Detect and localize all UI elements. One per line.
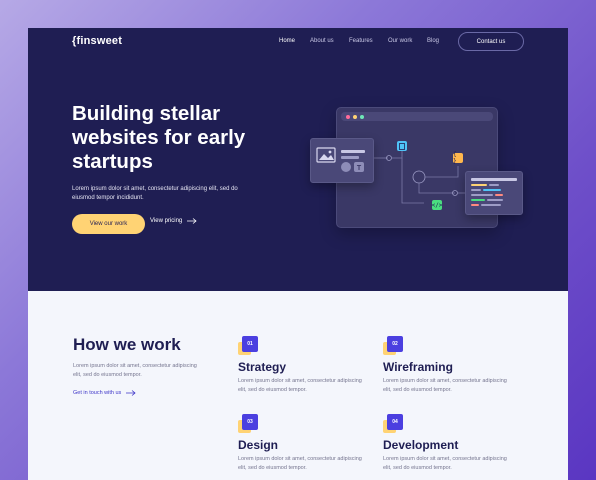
step-number-badge: 02 bbox=[383, 336, 403, 356]
code-tag-node: </> bbox=[431, 200, 443, 210]
step-number: 04 bbox=[387, 414, 403, 430]
page-frame: {finsweet Home About us Features Our wor… bbox=[28, 28, 568, 480]
arrow-right-icon bbox=[126, 390, 136, 396]
step-design: 03 Design Lorem ipsum dolor sit amet, co… bbox=[238, 414, 368, 473]
step-title: Strategy bbox=[238, 360, 287, 374]
image-card: T bbox=[310, 138, 374, 183]
illustration-connectors bbox=[374, 150, 465, 204]
code-lines-graphic bbox=[471, 178, 517, 206]
step-development: 04 Development Lorem ipsum dolor sit ame… bbox=[383, 414, 513, 473]
get-in-touch-label: Get in touch with us bbox=[73, 390, 122, 396]
step-title: Development bbox=[383, 438, 459, 452]
how-we-work-description: Lorem ipsum dolor sit amet, consectetur … bbox=[73, 363, 197, 378]
step-description: Lorem ipsum dolor sit amet, consectetur … bbox=[383, 378, 507, 393]
how-we-work-title: How we work bbox=[73, 335, 181, 354]
step-description: Lorem ipsum dolor sit amet, consectetur … bbox=[238, 378, 362, 393]
document-node-icon bbox=[397, 141, 407, 151]
step-number-badge: 04 bbox=[383, 414, 403, 434]
get-in-touch-link[interactable]: Get in touch with us bbox=[73, 390, 136, 396]
code-braces-node: { } bbox=[453, 151, 463, 165]
step-description: Lorem ipsum dolor sit amet, consectetur … bbox=[383, 456, 507, 471]
step-number-badge: 03 bbox=[238, 414, 258, 434]
image-placeholder-icon: T bbox=[316, 147, 365, 172]
step-number: 03 bbox=[242, 414, 258, 430]
hero-section: {finsweet Home About us Features Our wor… bbox=[28, 28, 568, 291]
step-title: Design bbox=[238, 438, 279, 452]
svg-text:T: T bbox=[357, 165, 362, 172]
step-description: Lorem ipsum dolor sit amet, consectetur … bbox=[238, 456, 362, 471]
step-number-badge: 01 bbox=[238, 336, 258, 356]
code-card bbox=[465, 171, 523, 215]
step-title: Wireframing bbox=[383, 360, 453, 374]
step-number: 01 bbox=[242, 336, 258, 352]
step-number: 02 bbox=[387, 336, 403, 352]
step-strategy: 01 Strategy Lorem ipsum dolor sit amet, … bbox=[238, 336, 368, 395]
step-wireframing: 02 Wireframing Lorem ipsum dolor sit ame… bbox=[383, 336, 513, 395]
